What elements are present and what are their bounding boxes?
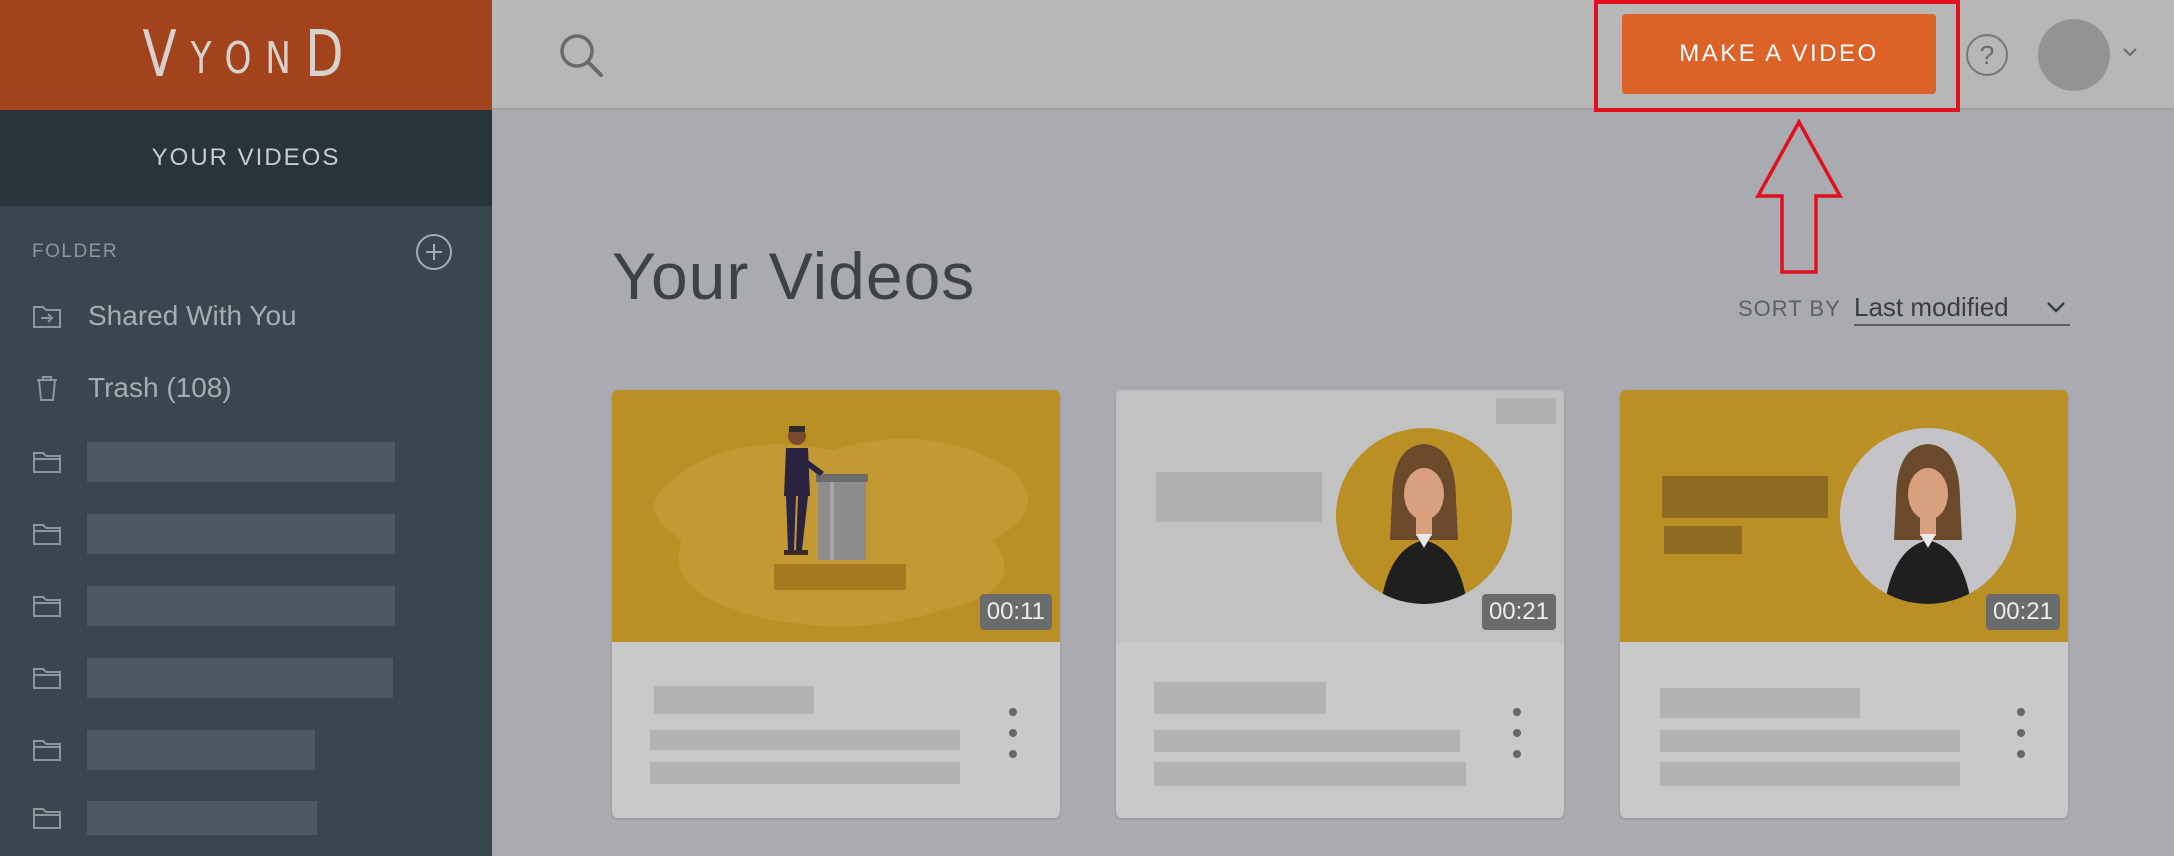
folder-name-redacted bbox=[87, 658, 393, 698]
video-card[interactable]: 00:21 bbox=[1116, 390, 1564, 818]
video-meta-redacted bbox=[1154, 762, 1466, 786]
logo-area[interactable]: V Y O N D bbox=[0, 0, 492, 110]
chevron-down-icon bbox=[2047, 302, 2065, 313]
sidebar-item-label: Trash (108) bbox=[88, 372, 232, 403]
video-meta-redacted bbox=[650, 762, 960, 784]
folder-name-redacted bbox=[87, 730, 315, 770]
folder-icon bbox=[32, 591, 62, 621]
more-options-icon[interactable] bbox=[1510, 708, 1524, 758]
sort-select[interactable]: Last modified bbox=[1854, 290, 2070, 326]
folder-name-redacted bbox=[87, 586, 395, 626]
folder-header: FOLDER bbox=[32, 230, 452, 274]
help-icon[interactable]: ? bbox=[1966, 34, 2008, 76]
sidebar-tab-your-videos[interactable]: YOUR VIDEOS bbox=[0, 110, 492, 206]
vyond-logo: V Y O N D bbox=[142, 18, 349, 92]
video-duration: 00:21 bbox=[1481, 594, 1556, 630]
sidebar-folder[interactable] bbox=[32, 506, 452, 562]
video-meta-redacted bbox=[650, 730, 960, 750]
video-title-redacted bbox=[1660, 688, 1860, 718]
shared-folder-icon bbox=[32, 301, 62, 331]
more-options-icon[interactable] bbox=[2014, 708, 2028, 758]
page-title: Your Videos bbox=[612, 239, 976, 313]
video-title-redacted bbox=[654, 686, 814, 714]
sort-value: Last modified bbox=[1854, 291, 2009, 322]
folder-icon bbox=[32, 803, 62, 833]
sidebar-folder[interactable] bbox=[32, 722, 452, 778]
video-card[interactable]: 00:11 bbox=[612, 390, 1060, 818]
folder-icon bbox=[32, 447, 62, 477]
folder-name-redacted bbox=[87, 514, 395, 554]
video-duration: 00:21 bbox=[1985, 594, 2060, 630]
search-icon[interactable] bbox=[556, 30, 606, 80]
sidebar-item-trash[interactable]: Trash (108) bbox=[32, 360, 452, 416]
folder-icon bbox=[32, 663, 62, 693]
sidebar: V Y O N D YOUR VIDEOS FOLDER Shared With… bbox=[0, 0, 492, 856]
sidebar-folder[interactable] bbox=[32, 578, 452, 634]
video-title-redacted bbox=[1154, 682, 1326, 714]
top-bar: MAKE A VIDEO ? bbox=[492, 0, 2174, 112]
more-options-icon[interactable] bbox=[1006, 708, 1020, 758]
sidebar-folder[interactable] bbox=[32, 434, 452, 490]
chevron-down-icon[interactable] bbox=[2122, 44, 2138, 60]
avatar[interactable] bbox=[2038, 19, 2110, 91]
folder-icon bbox=[32, 519, 62, 549]
make-a-video-button[interactable]: MAKE A VIDEO bbox=[1622, 14, 1936, 94]
up-arrow-annotation bbox=[1755, 118, 1843, 274]
sort-by-label: SORT BY bbox=[1738, 296, 1841, 321]
folder-icon bbox=[32, 735, 62, 765]
video-meta-redacted bbox=[1154, 730, 1460, 752]
video-meta-redacted bbox=[1660, 730, 1960, 752]
sidebar-folder[interactable] bbox=[32, 650, 452, 706]
trash-icon bbox=[32, 373, 62, 403]
video-duration: 00:11 bbox=[979, 594, 1052, 630]
video-meta-redacted bbox=[1660, 762, 1960, 786]
sidebar-tab-label: YOUR VIDEOS bbox=[151, 144, 341, 171]
folder-name-redacted bbox=[87, 442, 395, 482]
sidebar-item-label: Shared With You bbox=[88, 300, 297, 331]
sidebar-folder[interactable] bbox=[32, 790, 452, 846]
video-card[interactable]: 00:21 bbox=[1620, 390, 2068, 818]
add-folder-icon[interactable] bbox=[416, 234, 452, 270]
sidebar-item-shared[interactable]: Shared With You bbox=[32, 288, 452, 344]
folder-name-redacted bbox=[87, 801, 317, 835]
folder-header-label: FOLDER bbox=[32, 241, 119, 262]
